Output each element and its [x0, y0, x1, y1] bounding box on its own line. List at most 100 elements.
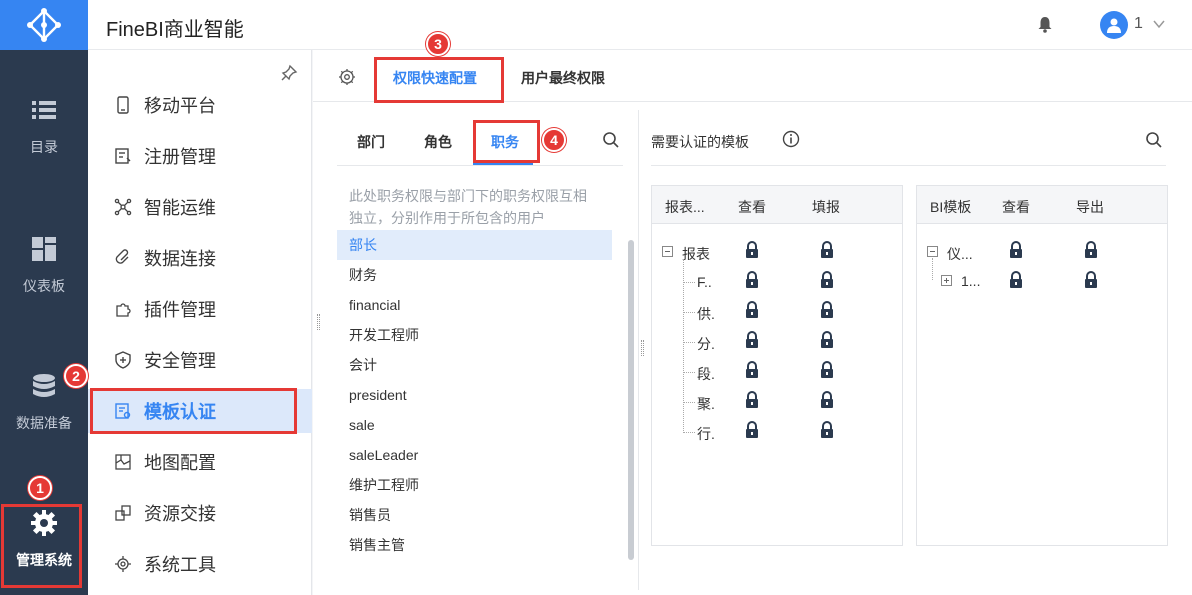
- mobile-icon: [117, 96, 129, 114]
- col-export: 导出: [1076, 199, 1104, 215]
- lock-icon[interactable]: [1084, 271, 1098, 289]
- submenu-item-map[interactable]: 地图配置: [88, 440, 312, 484]
- callout-4: 4: [542, 128, 566, 152]
- tab-role[interactable]: 角色: [424, 132, 452, 152]
- bi-tree-root[interactable]: 仪...: [947, 244, 973, 264]
- role-item[interactable]: 部长: [337, 230, 612, 260]
- callout-3: 3: [426, 32, 450, 56]
- lock-icon[interactable]: [820, 301, 834, 319]
- nav-label-dashboard: 仪表板: [23, 278, 65, 294]
- map-icon: [115, 454, 131, 470]
- report-tree-item[interactable]: F..: [697, 274, 712, 290]
- resize-handle-left[interactable]: [317, 314, 320, 330]
- info-icon[interactable]: [782, 130, 800, 148]
- lock-icon[interactable]: [745, 331, 759, 349]
- submenu-item-plugin[interactable]: 插件管理: [88, 287, 312, 331]
- transfer-icon: [115, 505, 131, 521]
- tree-connector: [683, 432, 695, 433]
- collapse-toggle[interactable]: [927, 246, 938, 257]
- tab-final-permission[interactable]: 用户最终权限: [521, 68, 605, 88]
- user-name[interactable]: 1: [1134, 15, 1143, 33]
- submenu-item-ops[interactable]: 智能运维: [88, 185, 312, 229]
- role-item[interactable]: 会计: [337, 350, 612, 380]
- settings-icon[interactable]: [338, 68, 356, 86]
- submenu-item-mobile[interactable]: 移动平台: [88, 83, 312, 127]
- lock-icon[interactable]: [1009, 241, 1023, 259]
- lock-icon[interactable]: [820, 421, 834, 439]
- report-tree-item[interactable]: 行.: [697, 424, 715, 444]
- role-item[interactable]: 销售员: [337, 500, 612, 530]
- role-item[interactable]: 销售主管: [337, 530, 612, 560]
- lock-icon[interactable]: [820, 331, 834, 349]
- report-tree-item[interactable]: 分.: [697, 334, 715, 354]
- lock-icon[interactable]: [820, 271, 834, 289]
- report-tree-item[interactable]: 聚.: [697, 394, 715, 414]
- expand-toggle[interactable]: [941, 275, 952, 286]
- tab-department[interactable]: 部门: [357, 132, 385, 152]
- lock-icon[interactable]: [820, 241, 834, 259]
- report-table-header: 报表... 查看 填报: [652, 186, 902, 224]
- bell-icon[interactable]: [1036, 15, 1054, 33]
- tree-connector: [683, 259, 684, 431]
- divider: [337, 165, 623, 166]
- submenu-label: 系统工具: [144, 555, 216, 575]
- report-tree-item[interactable]: 供.: [697, 304, 715, 324]
- search-icon[interactable]: [1145, 131, 1163, 149]
- role-item[interactable]: 财务: [337, 260, 612, 290]
- submenu-label: 移动平台: [144, 96, 216, 116]
- nav-item-catalog[interactable]: 目录: [0, 97, 88, 167]
- submenu-item-handover[interactable]: 资源交接: [88, 491, 312, 535]
- highlight-quick-config: [374, 57, 504, 103]
- network-icon: [114, 198, 132, 216]
- lock-icon[interactable]: [745, 301, 759, 319]
- tree-connector: [683, 372, 695, 373]
- app-logo[interactable]: [0, 0, 88, 50]
- role-item[interactable]: 维护工程师: [337, 470, 612, 500]
- database-icon: [33, 374, 55, 397]
- lock-icon[interactable]: [820, 361, 834, 379]
- app-title: FineBI商业智能: [106, 19, 244, 41]
- submenu-item-tools[interactable]: 系统工具: [88, 542, 312, 586]
- col-bi-name: BI模板: [930, 199, 972, 215]
- collapse-toggle[interactable]: [662, 246, 673, 257]
- report-tree-root[interactable]: 报表: [682, 244, 710, 264]
- bi-tree-child[interactable]: 1...: [961, 273, 980, 289]
- submenu-item-security[interactable]: 安全管理: [88, 338, 312, 382]
- role-panel: 部门 角色 职务 此处职务权限与部门下的职务权限互相独立，分别作用于所包含的用户…: [325, 110, 634, 590]
- lock-icon[interactable]: [820, 391, 834, 409]
- lock-icon[interactable]: [1009, 271, 1023, 289]
- divider: [651, 165, 1166, 166]
- submenu-item-register[interactable]: 注册管理: [88, 134, 312, 178]
- tree-connector: [683, 342, 695, 343]
- submenu-label: 资源交接: [144, 504, 216, 524]
- role-item[interactable]: president: [337, 380, 612, 410]
- lock-icon[interactable]: [1084, 241, 1098, 259]
- tree-connector: [683, 282, 695, 283]
- chevron-down-icon[interactable]: [1152, 17, 1166, 31]
- highlight-admin: [1, 504, 82, 588]
- search-icon[interactable]: [602, 131, 620, 149]
- lock-icon[interactable]: [745, 361, 759, 379]
- logo-icon: [27, 8, 61, 42]
- nav-item-dashboard[interactable]: 仪表板: [0, 236, 88, 306]
- report-tree-item[interactable]: 段.: [697, 364, 715, 384]
- lock-icon[interactable]: [745, 271, 759, 289]
- lock-icon[interactable]: [745, 421, 759, 439]
- role-item[interactable]: sale: [337, 410, 612, 440]
- role-item[interactable]: financial: [337, 290, 612, 320]
- user-icon: [1107, 18, 1121, 33]
- submenu-item-connection[interactable]: 数据连接: [88, 236, 312, 280]
- avatar[interactable]: [1100, 11, 1128, 39]
- shield-icon: [115, 351, 131, 369]
- lock-icon[interactable]: [745, 391, 759, 409]
- highlight-post-tab: [473, 120, 540, 163]
- role-item[interactable]: 开发工程师: [337, 320, 612, 350]
- lock-icon[interactable]: [745, 241, 759, 259]
- admin-submenu: 移动平台 注册管理 智能运维 数据连接 插件管理 安全管理 模板认证 地图配置 …: [88, 50, 312, 595]
- pin-icon[interactable]: [280, 64, 298, 82]
- scrollbar[interactable]: [628, 240, 634, 560]
- role-item[interactable]: saleLeader: [337, 440, 612, 470]
- dashboard-icon: [32, 237, 56, 261]
- submenu-label: 插件管理: [144, 300, 216, 320]
- nav-label-catalog: 目录: [30, 139, 58, 155]
